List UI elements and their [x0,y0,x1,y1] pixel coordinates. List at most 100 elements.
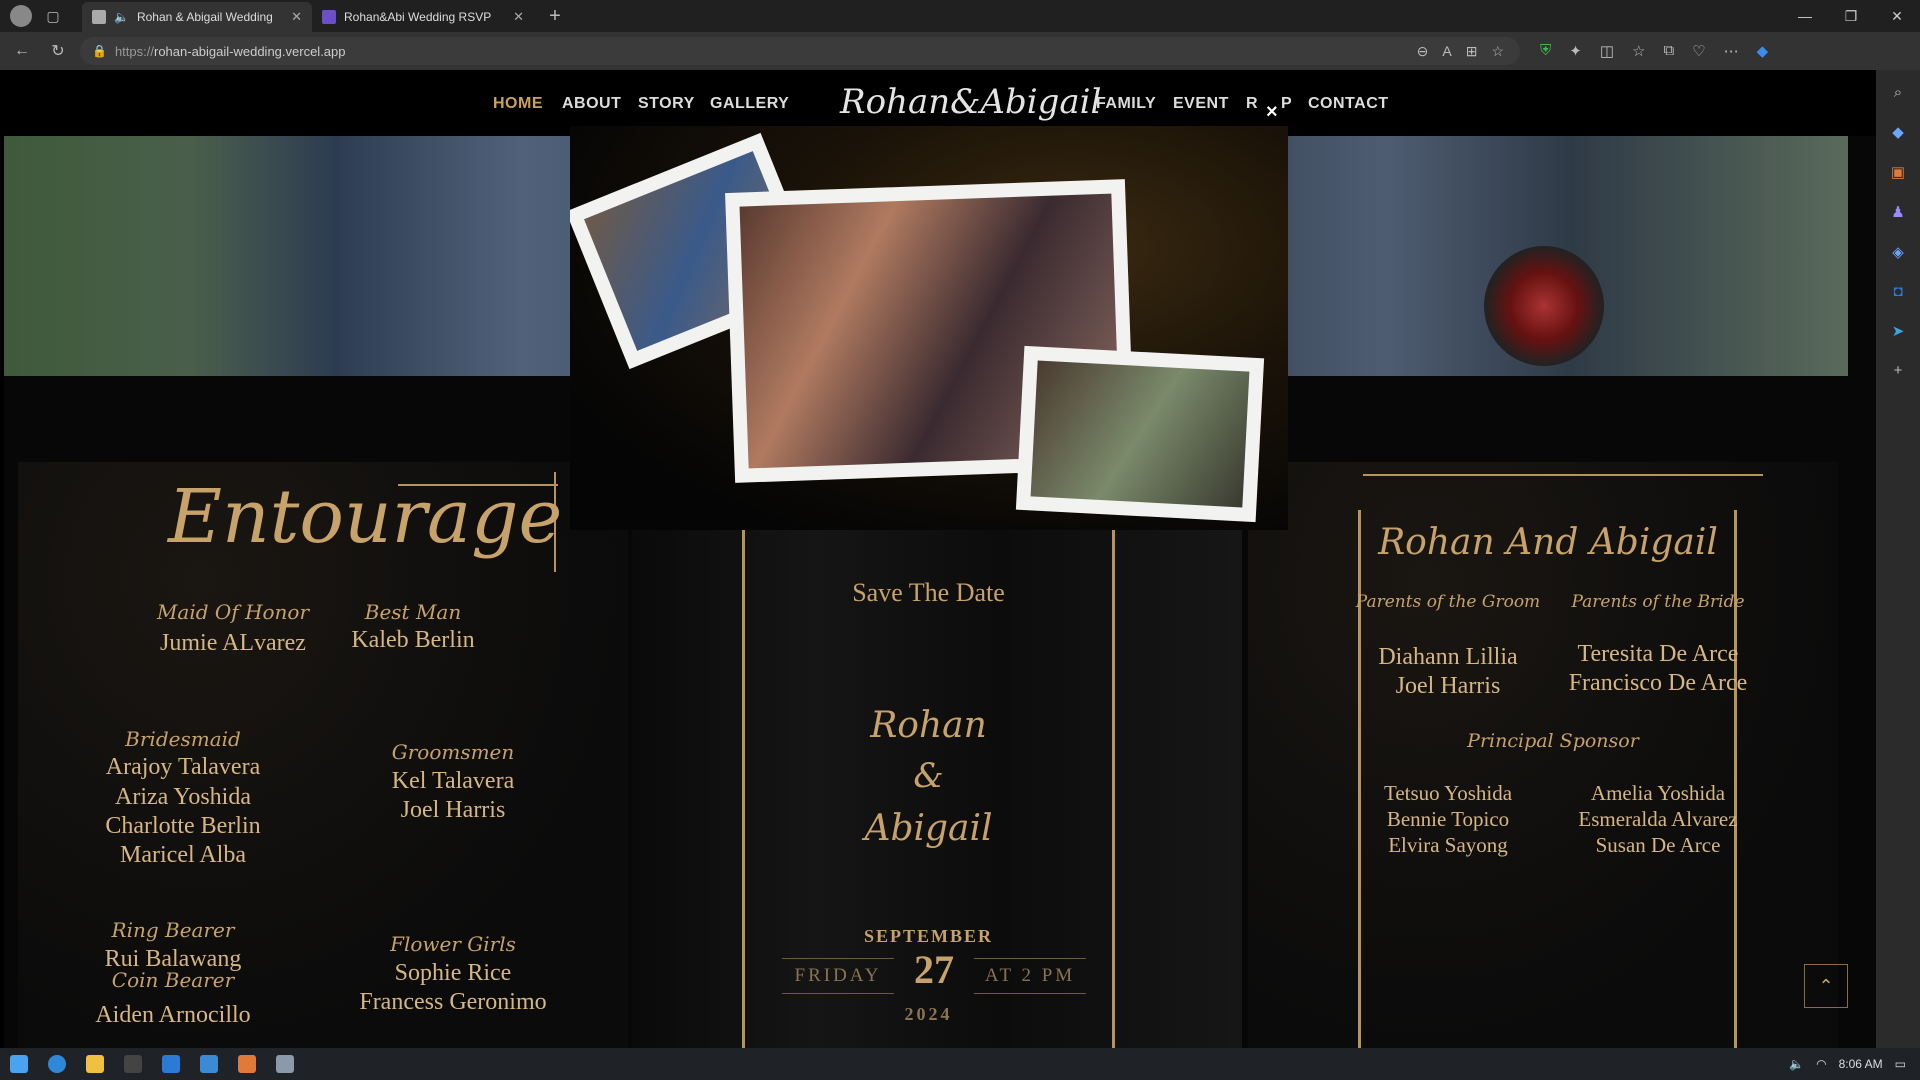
couple-name-1: Rohan [870,705,987,746]
tools-icon[interactable]: ▣ [1891,163,1905,181]
app-icon[interactable] [276,1055,294,1073]
volume-icon[interactable]: 🔈 [1789,1057,1804,1071]
zoom-icon[interactable]: ⊖ [1417,43,1429,60]
gold-frame [1363,474,1763,476]
more-icon[interactable]: ⋯ [1724,42,1739,60]
outlook-icon[interactable]: ◘ [1893,283,1902,300]
favorites-icon[interactable]: ☆ [1632,42,1645,60]
file-explorer-icon[interactable] [86,1055,104,1073]
entourage-title: Entourage [168,474,563,560]
app-icon[interactable]: ⊞ [1466,43,1478,60]
back-icon[interactable]: ← [8,37,36,65]
nav-rsvp-r[interactable]: R [1246,95,1258,113]
restore-icon[interactable]: ❐ [1828,8,1874,25]
wifi-icon[interactable]: ◠ [1816,1057,1826,1071]
ring-bearer-label: Ring Bearer [111,918,235,942]
gold-frame [1112,530,1115,1048]
ampersand: & [913,756,944,796]
principal-sponsor-label: Principal Sponsor [1467,730,1639,752]
groomsmen-label: Groomsmen [391,740,515,764]
clock[interactable]: 8:06 AM [1839,1057,1883,1071]
split-screen-icon[interactable]: ◫ [1600,42,1614,60]
nav-gallery[interactable]: GALLERY [710,95,789,113]
forms-icon [322,10,336,24]
app-icon[interactable] [238,1055,256,1073]
shopping-icon[interactable]: ◆ [1892,123,1904,141]
send-icon[interactable]: ➤ [1892,322,1905,340]
flower-girl-name: Francess Geronimo [359,989,547,1015]
nav-story[interactable]: STORY [638,95,695,113]
windows-taskbar: 🔈 ◠ 8:06 AM ▭ [0,1048,1920,1080]
date-month: SEPTEMBER [863,926,994,946]
sponsor-name: Susan De Arce [1595,833,1721,857]
groomsman-name: Kel Talavera [391,768,515,794]
profile-avatar[interactable] [10,5,32,27]
gallery-photo[interactable] [1015,345,1265,523]
tab-title: Rohan&Abi Wedding RSVP [344,10,492,24]
save-the-date-heading: Save The Date [852,578,1005,607]
close-tab-icon[interactable]: ✕ [513,9,524,25]
bride-parent-name: Teresita De Arce [1577,641,1739,667]
favorite-star-icon[interactable]: ☆ [1491,43,1504,60]
address-bar-row: ← ↻ 🔒 https:// rohan-abigail-wedding.ver… [0,32,1920,70]
start-icon[interactable] [10,1055,28,1073]
groomsman-name: Joel Harris [400,797,506,823]
minimize-icon[interactable]: — [1782,8,1828,25]
coin-bearer-label: Coin Bearer [111,968,235,992]
audio-icon[interactable]: 🔈 [114,10,129,24]
refresh-icon[interactable]: ↻ [44,37,72,65]
read-aloud-icon[interactable]: A [1442,43,1451,60]
new-tab-icon[interactable]: + [544,5,566,27]
collections-icon[interactable]: ⧉ [1663,42,1674,60]
date-weekday: FRIDAY [782,958,894,994]
family-title: Rohan And Abigail [1378,522,1718,563]
terminal-icon[interactable] [124,1055,142,1073]
add-sidebar-icon[interactable]: + [1894,362,1903,379]
scroll-to-top-button[interactable]: ⌃ [1804,964,1848,1008]
url-field[interactable]: 🔒 https:// rohan-abigail-wedding.vercel.… [80,37,1520,65]
games-icon[interactable]: ♟ [1891,203,1904,221]
performance-icon[interactable]: ♡ [1692,42,1705,60]
couple-name-2: Abigail [864,808,993,849]
tab-title: Rohan & Abigail Wedding [136,10,273,24]
watch-image [1484,246,1604,366]
extensions-icon[interactable]: ✦ [1569,42,1582,60]
nav-about[interactable]: ABOUT [562,95,621,113]
nav-event[interactable]: EVENT [1173,95,1229,113]
close-lightbox-icon[interactable]: × [1266,101,1278,124]
search-icon[interactable]: ⌕ [1894,84,1902,101]
tab-wedding[interactable]: 🔈 Rohan & Abigail Wedding ✕ [82,2,312,32]
sponsor-name: Esmeralda Alvarez [1578,807,1738,831]
site-logo[interactable]: Rohan&Abigail [840,82,1101,122]
vscode-icon[interactable] [162,1055,180,1073]
edge-icon[interactable] [48,1055,66,1073]
save-the-date-panel: Save The Date Rohan & Abigail SEPTEMBER … [632,530,1242,1048]
lock-icon[interactable]: 🔒 [92,44,107,58]
browser-tab-bar: ▢ 🔈 Rohan & Abigail Wedding ✕ Rohan&Abi … [0,0,1920,32]
gallery-lightbox[interactable] [570,126,1288,530]
nav-home[interactable]: HOME [493,95,543,113]
flower-girls-label: Flower Girls [390,932,516,956]
web-page: HOME ABOUT STORY GALLERY Rohan&Abigail F… [4,70,1876,1048]
best-man-name: Kaleb Berlin [351,627,475,653]
close-tab-icon[interactable]: ✕ [291,9,302,25]
nav-contact[interactable]: CONTACT [1308,95,1389,113]
app-icon[interactable] [200,1055,218,1073]
close-window-icon[interactable]: ✕ [1874,8,1920,25]
gold-frame [1734,510,1737,1048]
tab-actions-icon[interactable]: ▢ [42,5,64,27]
groom-parent-name: Joel Harris [1395,673,1501,699]
nav-family[interactable]: FAMILY [1096,95,1156,113]
url-host: rohan-abigail-wedding.vercel.app [153,43,346,59]
notification-icon[interactable]: ▭ [1895,1057,1906,1071]
shield-extension-icon[interactable]: ⛨ [1540,42,1551,60]
copilot-side-icon[interactable]: ◈ [1892,243,1904,261]
tab-rsvp[interactable]: Rohan&Abi Wedding RSVP ✕ [312,2,534,32]
nav-rsvp-p[interactable]: P [1281,95,1292,113]
family-panel: Rohan And Abigail Parents of the Groom D… [1248,462,1838,1048]
bridesmaid-name: Ariza Yoshida [115,784,251,810]
bridesmaid-name: Arajoy Talavera [105,754,261,780]
copilot-icon[interactable]: ◆ [1757,42,1769,60]
groom-parents-label: Parents of the Groom [1355,592,1541,612]
date-time: AT 2 PM [974,958,1086,994]
